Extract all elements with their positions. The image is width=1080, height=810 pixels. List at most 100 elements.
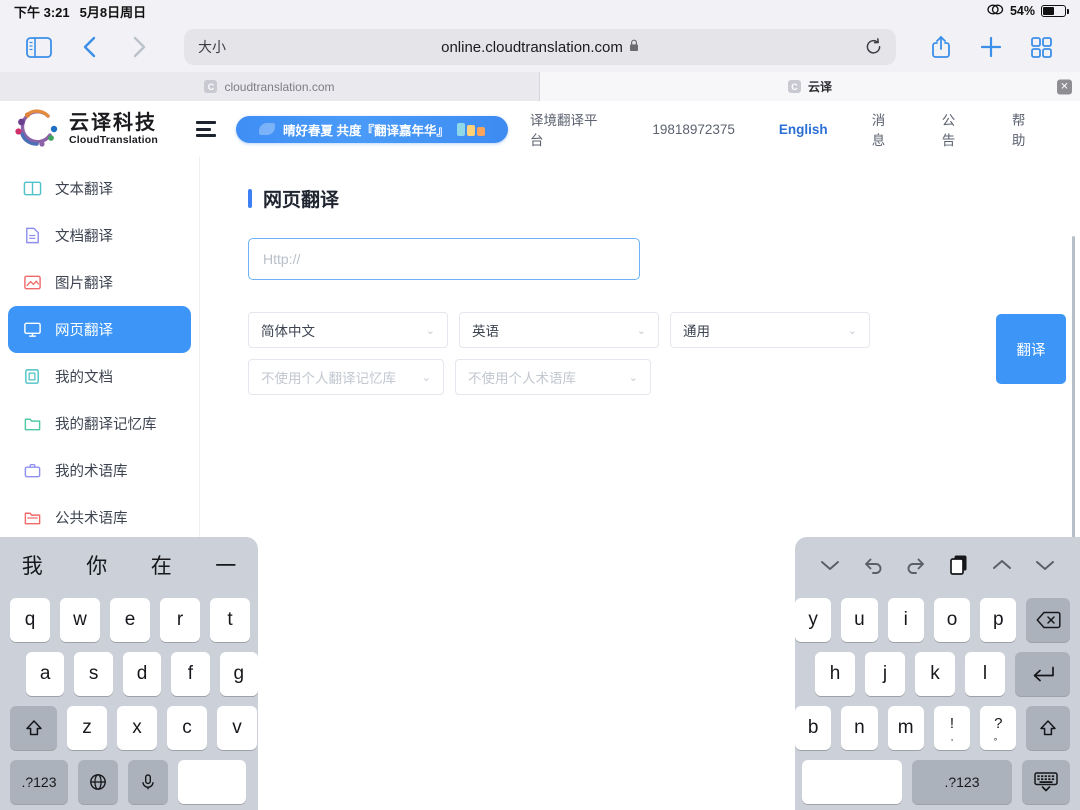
backspace-icon[interactable] [1026,598,1070,642]
key-j[interactable]: j [865,652,905,696]
key-g[interactable]: g [220,652,258,696]
shift-icon[interactable] [10,706,57,750]
key-question-period[interactable]: ? 。 [980,706,1016,750]
paste-icon[interactable] [937,554,980,576]
redo-icon[interactable] [895,556,938,574]
plus-icon[interactable] [968,28,1014,66]
browser-tab-2[interactable]: ✕ C 云译 [540,72,1080,101]
suggestion-1[interactable]: 我 [0,550,65,580]
space-key-left[interactable] [178,760,246,804]
key-sub-label: , [951,733,954,741]
key-f[interactable]: f [171,652,209,696]
key-o[interactable]: o [934,598,970,642]
chevron-down-icon[interactable] [809,558,852,572]
microphone-icon[interactable] [128,760,168,804]
key-exclamation-comma[interactable]: ! , [934,706,970,750]
sidebar-item-my-documents[interactable]: 我的文档 [8,353,191,400]
nav-item-platform[interactable]: 译境翻译平台 [508,109,630,149]
key-v[interactable]: v [217,706,257,750]
logo-name-cn: 云译科技 [69,113,158,134]
key-h[interactable]: h [815,652,855,696]
source-language-select[interactable]: 简体中文 ⌄ [248,312,448,348]
key-m[interactable]: m [888,706,924,750]
domain-value: 通用 [683,320,710,340]
address-bar[interactable]: 大小 online.cloudtranslation.com [184,29,896,65]
key-w[interactable]: w [60,598,100,642]
key-p[interactable]: p [980,598,1016,642]
numeric-switch-key[interactable]: .?123 [912,760,1012,804]
browser-tab-1[interactable]: C cloudtranslation.com [0,72,540,101]
lock-icon [629,39,639,56]
key-n[interactable]: n [841,706,877,750]
key-x[interactable]: x [117,706,157,750]
key-r[interactable]: r [160,598,200,642]
key-l[interactable]: l [965,652,1005,696]
terminology-select[interactable]: 不使用个人术语库 ⌄ [455,359,651,395]
chevron-up-icon[interactable] [980,558,1023,572]
close-tab-icon[interactable]: ✕ [1057,79,1072,94]
site-nav: 译境翻译平台 19818972375 English 消息 公告 帮助 [508,109,1080,149]
nav-item-language[interactable]: English [757,122,850,137]
key-k[interactable]: k [915,652,955,696]
chevron-down-icon[interactable] [1023,558,1066,572]
nav-item-announcements[interactable]: 公告 [920,109,990,149]
key-i[interactable]: i [888,598,924,642]
sidebar-item-my-translation-memory[interactable]: 我的翻译记忆库 [8,400,191,447]
domain-select[interactable]: 通用 ⌄ [670,312,870,348]
book-icon [22,179,42,199]
key-d[interactable]: d [123,652,161,696]
target-language-select[interactable]: 英语 ⌄ [459,312,659,348]
suggestion-2[interactable]: 你 [65,550,130,580]
key-y[interactable]: y [795,598,831,642]
page-title-text: 网页翻译 [263,185,339,212]
space-key-right[interactable] [802,760,902,804]
grid-icon[interactable] [1018,28,1064,66]
vertical-scrollbar[interactable] [1072,236,1075,586]
key-u[interactable]: u [841,598,877,642]
nav-item-messages[interactable]: 消息 [850,109,920,149]
battery-percent: 54% [1010,4,1035,18]
site-logo[interactable]: 云译科技 CloudTranslation [14,106,192,152]
nav-item-help[interactable]: 帮助 [990,109,1060,149]
sidebar-item-image-translation[interactable]: 图片翻译 [8,259,191,306]
numeric-switch-key[interactable]: .?123 [10,760,68,804]
globe-icon[interactable] [78,760,118,804]
undo-icon[interactable] [852,556,895,574]
suggestion-3[interactable]: 在 [129,550,194,580]
nav-item-account[interactable]: 19818972375 [630,122,757,137]
sidebar-item-document-translation[interactable]: 文档翻译 [8,212,191,259]
url-label: online.cloudtranslation.com [441,39,623,56]
sidebar-item-my-terminology[interactable]: 我的术语库 [8,447,191,494]
translate-button[interactable]: 翻译 [996,314,1066,384]
translation-memory-select[interactable]: 不使用个人翻译记忆库 ⌄ [248,359,444,395]
share-icon[interactable] [918,28,964,66]
keyboard-right: y u i o p h j k l b n m ! , [795,537,1080,810]
key-e[interactable]: e [110,598,150,642]
sidebar-item-public-terminology[interactable]: 公共术语库 [8,494,191,541]
key-s[interactable]: s [74,652,112,696]
back-button[interactable] [66,28,112,66]
url-input[interactable]: Http:// [248,238,640,280]
suggestion-4[interactable]: 一 [194,550,259,580]
dismiss-keyboard-icon[interactable] [1022,760,1070,804]
return-icon[interactable] [1015,652,1070,696]
sidebar-icon[interactable] [16,28,62,66]
hamburger-icon[interactable] [196,121,222,137]
select-group: 简体中文 ⌄ 英语 ⌄ 通用 ⌄ [248,312,888,395]
key-z[interactable]: z [67,706,107,750]
sidebar-item-webpage-translation[interactable]: 网页翻译 [8,306,191,353]
sidebar-item-text-translation[interactable]: 文本翻译 [8,165,191,212]
address-bar-text: online.cloudtranslation.com [184,39,896,56]
screen: 下午 3:21 5月8日周日 54% 大小 online.cloudtransl… [0,0,1080,810]
shift-icon[interactable] [1026,706,1070,750]
key-q[interactable]: q [10,598,50,642]
key-t[interactable]: t [210,598,250,642]
forward-button[interactable] [116,28,162,66]
promo-banner[interactable]: 晴好春夏 共度『翻译嘉年华』 [236,116,508,143]
sidebar-item-label: 文档翻译 [55,225,113,246]
key-b[interactable]: b [795,706,831,750]
key-c[interactable]: c [167,706,207,750]
keyboard-left: 我 你 在 一 q w e r t a s d f g z x c v [0,537,258,810]
key-a[interactable]: a [26,652,64,696]
sidebar-item-label: 网页翻译 [55,319,113,340]
